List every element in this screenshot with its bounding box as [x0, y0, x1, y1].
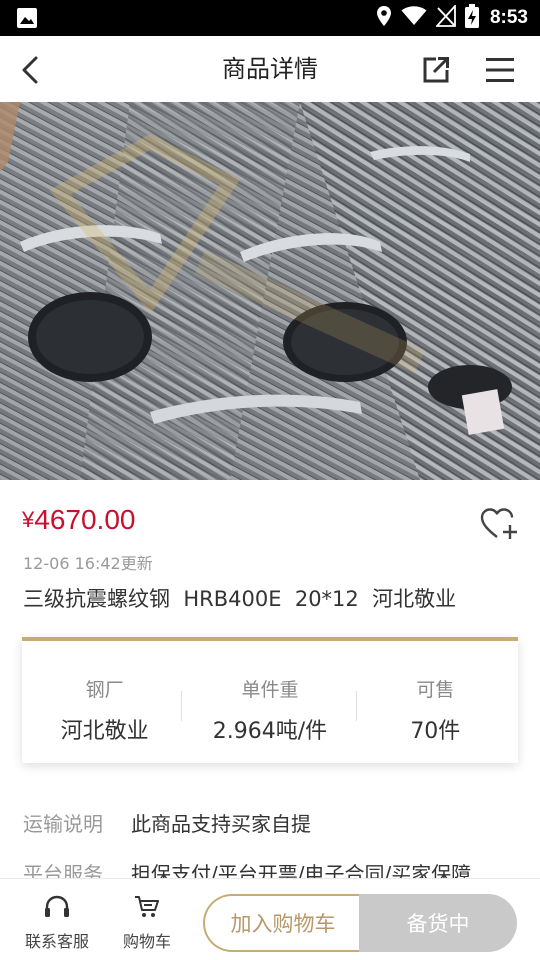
contact-service-button[interactable]: 联系客服: [18, 879, 96, 960]
cart-icon: [134, 895, 160, 923]
spec-label: 单件重: [241, 679, 299, 701]
shipping-label: 运输说明: [23, 812, 103, 836]
menu-icon[interactable]: [482, 52, 518, 88]
spec-divider: [181, 691, 182, 721]
product-price: ¥4670.00: [22, 504, 135, 536]
spec-label: 可售: [416, 679, 455, 701]
favorite-heart-add-icon[interactable]: [480, 506, 518, 542]
headset-icon: [44, 895, 70, 923]
cart-button[interactable]: 购物车: [112, 879, 182, 960]
location-icon: [376, 5, 392, 31]
bottom-action-bar: 联系客服 购物车 加入购物车 备货中: [0, 878, 540, 960]
spec-steel-mill: 钢厂 河北敬业: [22, 641, 187, 763]
app-header: 商品详情: [0, 36, 540, 102]
spec-label: 钢厂: [85, 679, 124, 701]
spec-value: 70件: [410, 719, 461, 744]
stocking-button[interactable]: 备货中: [359, 894, 517, 952]
spec-available: 可售 70件: [353, 641, 518, 763]
spec-value: 2.964吨/件: [212, 719, 328, 744]
add-to-cart-button[interactable]: 加入购物车: [203, 894, 361, 952]
back-arrow-icon[interactable]: [14, 53, 48, 87]
currency-symbol: ¥: [22, 507, 35, 532]
wifi-icon: [401, 6, 427, 30]
contact-service-label: 联系客服: [24, 932, 89, 951]
battery-charging-icon: [464, 4, 479, 32]
status-time: 8:53: [489, 7, 528, 28]
update-time: 12-06 16:42更新: [23, 554, 153, 573]
spec-card: 钢厂 河北敬业 单件重 2.964吨/件 可售 70件: [22, 637, 518, 763]
image-icon: [16, 7, 38, 33]
page-title: 商品详情: [222, 55, 318, 83]
status-bar: 8:53: [0, 0, 540, 36]
shipping-info-row: 运输说明 此商品支持买家自提: [23, 808, 311, 837]
price-amount: 4670.00: [34, 504, 136, 535]
spec-divider: [356, 691, 357, 721]
spec-value: 河北敬业: [60, 719, 149, 744]
product-image[interactable]: [0, 102, 540, 480]
shipping-value: 此商品支持买家自提: [131, 812, 311, 836]
product-title: 三级抗震螺纹钢 HRB400E 20*12 河北敬业: [23, 587, 457, 611]
spec-unit-weight: 单件重 2.964吨/件: [187, 641, 352, 763]
cart-label: 购物车: [122, 932, 171, 951]
rebar-bundles-photo: [0, 102, 540, 480]
share-icon[interactable]: [418, 52, 454, 88]
no-signal-icon: [434, 3, 456, 31]
